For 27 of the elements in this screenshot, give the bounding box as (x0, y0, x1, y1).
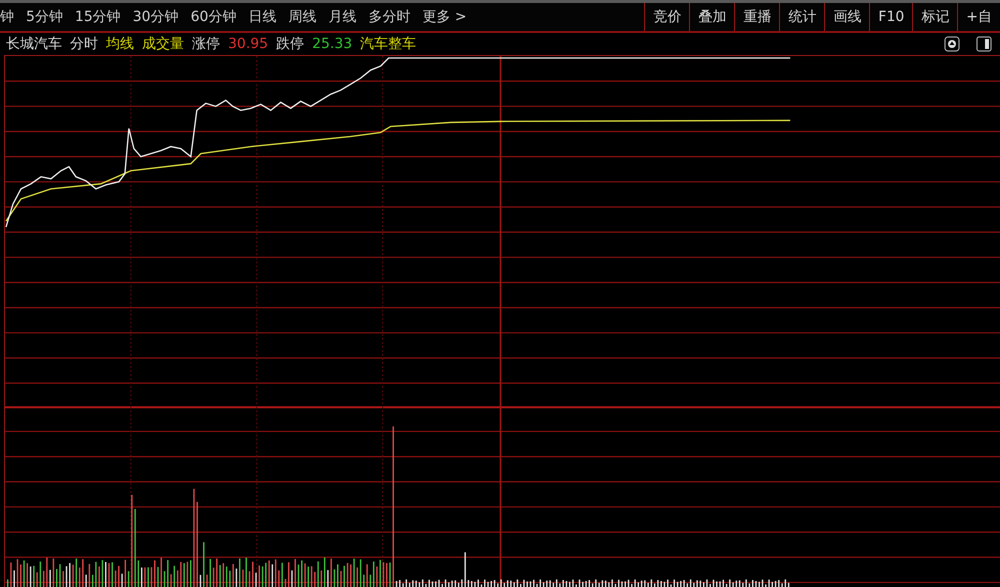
price-value: 25.33 (312, 36, 352, 52)
info-label: 涨停 (192, 34, 220, 53)
indicator-label: 成交量 (142, 34, 184, 53)
period-tab[interactable]: 15分钟 (68, 8, 127, 26)
toolbar-button[interactable]: F10 (869, 3, 912, 31)
info-label: 跌停 (276, 34, 304, 53)
toolbar-button[interactable]: 统计 (779, 3, 824, 31)
period-tab[interactable]: 周线 (282, 8, 322, 26)
toolbar-button[interactable]: 画线 (824, 3, 870, 31)
stock-name: 长城汽车 (6, 34, 62, 53)
toolbar-button[interactable]: 竞价 (644, 3, 690, 31)
period-tab[interactable]: 钟 (0, 8, 20, 26)
info-label: 分时 (70, 34, 98, 53)
period-tab[interactable]: 日线 (242, 8, 282, 26)
price-value: 30.95 (228, 36, 268, 52)
period-tab[interactable]: 30分钟 (126, 8, 185, 26)
period-tab[interactable]: 多分时 (362, 8, 416, 26)
toolbar-button[interactable]: 重播 (734, 3, 780, 31)
period-tab[interactable]: 月线 (322, 8, 362, 26)
toolbar-button[interactable]: 叠加 (689, 3, 734, 31)
period-tab[interactable]: 5分钟 (20, 8, 69, 26)
toolbar-button[interactable]: +自 (957, 3, 1000, 31)
period-tab[interactable]: 60分钟 (184, 8, 242, 26)
indicator-label: 均线 (106, 34, 134, 53)
period-tab[interactable]: 更多 > (416, 8, 473, 26)
toolbar-button[interactable]: 标记 (912, 3, 958, 31)
indicator-label: 汽车整车 (360, 34, 416, 53)
